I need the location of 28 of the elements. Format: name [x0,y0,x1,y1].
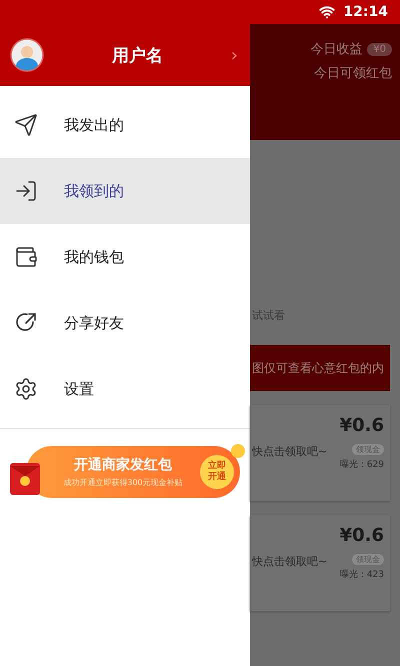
promo-subtitle: 成功开通立即获得300元现金补贴 [63,477,183,488]
wifi-icon [319,4,336,20]
menu-item[interactable]: 设置 [0,356,250,422]
menu-item[interactable]: 我领到的 [0,158,250,224]
views-count: 曝光：629 [340,458,384,471]
menu-item[interactable]: 我的钱包 [0,224,250,290]
settings-icon [14,377,38,401]
wallet-icon [14,245,38,269]
drawer-header[interactable]: 用户名 › [0,24,250,86]
card-text: 快点击领取吧~ [252,554,328,569]
views-count: 曝光：423 [340,568,384,581]
stat-label: 今日可领红包 [314,65,392,82]
chevron-icon: › [230,44,238,66]
avatar-icon [10,38,44,72]
menu-item[interactable]: 分享好友 [0,290,250,356]
coin-icon [230,443,246,459]
paper-plane-icon [14,113,38,137]
card-text: 快点击领取吧~ [252,444,328,459]
stat-label: 今日收益 [310,41,362,58]
username: 用户名 [110,44,164,66]
promo-title: 开通商家发红包 [74,456,172,474]
stat-value: ¥0 [367,42,392,56]
menu-item[interactable]: 我发出的 [0,92,250,158]
amount: ¥0.6 [340,415,384,436]
amount: ¥0.6 [340,525,384,546]
enter-icon [14,179,38,203]
notice-banner: 图仅可查看心意红包的内 [250,345,390,391]
status-time: 12:14 [343,4,388,20]
